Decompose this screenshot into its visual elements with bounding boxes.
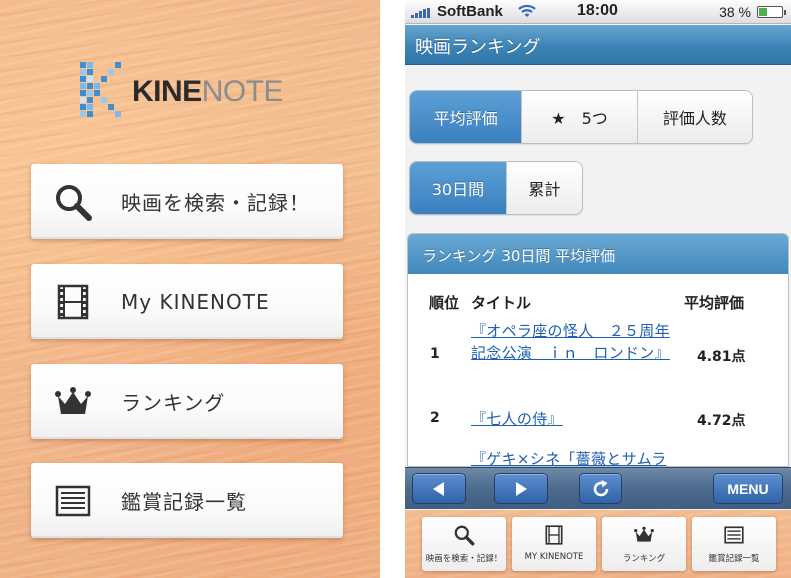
column-score: 平均評価 xyxy=(684,294,745,312)
period-segmented-control: 30日間 累計 xyxy=(409,161,583,215)
back-arrow-icon xyxy=(433,481,444,496)
list-icon xyxy=(51,479,95,523)
movie-title-link[interactable]: 『ゲキ×シネ「薔薇とサムライ」』 xyxy=(471,448,676,466)
average-score: 4.81点 xyxy=(697,349,746,365)
table-row: 1 『オペラ座の怪人 ２５周年記念公演 ｉｎ ロンドン』 4.81点 xyxy=(408,320,788,390)
battery-fill xyxy=(759,8,767,16)
segment-rating-count[interactable]: 評価人数 xyxy=(636,91,752,143)
tab-watch-log-label: 鑑賞記録一覧 xyxy=(708,554,760,564)
table-row: 2 『七人の侍』 4.72点 xyxy=(408,408,788,432)
signal-strength-icon xyxy=(411,8,430,18)
search-icon xyxy=(453,522,475,548)
logo-wordmark: KINENOTE xyxy=(132,75,284,109)
film-icon xyxy=(51,280,95,324)
reload-icon xyxy=(593,479,608,496)
menu-search-button[interactable]: 映画を検索・記録！ xyxy=(31,164,343,239)
tab-ranking-label: ランキング xyxy=(622,554,666,564)
page-title: 映画ランキング xyxy=(415,37,541,58)
back-button[interactable] xyxy=(412,473,466,504)
tab-my-kinenote[interactable]: MY KINENOTE xyxy=(512,517,596,571)
column-title: タイトル xyxy=(471,294,532,312)
navigation-bar: 映画ランキング xyxy=(405,25,791,65)
tab-my-kinenote-label: MY KINENOTE xyxy=(524,552,584,562)
menu-watch-log-label: 鑑賞記録一覧 xyxy=(121,490,247,514)
ranking-panel: ランキング 30日間 平均評価 順位 タイトル 平均評価 1 『オペラ座の怪人 … xyxy=(407,233,789,467)
rank-number: 2 xyxy=(430,410,440,426)
browser-toolbar: MENU xyxy=(405,467,791,509)
rank-number: 1 xyxy=(430,346,440,362)
kinenote-logo: KINENOTE xyxy=(80,62,310,120)
battery-icon xyxy=(757,6,786,18)
list-icon xyxy=(723,522,745,548)
menu-watch-log-button[interactable]: 鑑賞記録一覧 xyxy=(31,463,343,538)
tab-ranking[interactable]: ランキング xyxy=(602,517,686,571)
segment-average-rating[interactable]: 平均評価 xyxy=(410,91,522,143)
forward-arrow-icon xyxy=(516,481,527,496)
crown-icon xyxy=(633,522,655,548)
film-icon xyxy=(543,522,565,548)
movie-title-link[interactable]: 『七人の侍』 xyxy=(471,408,676,430)
average-score: 4.72点 xyxy=(697,413,746,429)
ranking-header: ランキング 30日間 平均評価 xyxy=(408,234,788,274)
carrier-label: SoftBank xyxy=(437,3,503,20)
clock: 18:00 xyxy=(577,2,618,19)
menu-ranking-button[interactable]: ランキング xyxy=(31,364,343,439)
tab-search-label: 映画を検索・記録！ xyxy=(425,554,503,564)
wifi-icon xyxy=(518,4,536,17)
menu-search-label: 映画を検索・記録！ xyxy=(121,191,310,215)
logo-text-light: NOTE xyxy=(201,75,284,108)
bottom-tab-bar: 映画を検索・記録！ MY KINENOTE ランキング 鑑賞記録一覧 xyxy=(405,510,791,578)
left-home-screen: KINENOTE 映画を検索・記録！ My KINENOTE ランキング 鑑賞記… xyxy=(0,0,380,578)
segment-five-stars[interactable]: ★ 5つ xyxy=(521,91,637,143)
menu-button[interactable]: MENU xyxy=(713,473,783,504)
movie-title-link[interactable]: 『オペラ座の怪人 ２５周年記念公演 ｉｎ ロンドン』 xyxy=(471,320,676,364)
sort-segmented-control: 平均評価 ★ 5つ 評価人数 xyxy=(409,90,753,144)
search-icon xyxy=(51,180,95,224)
segment-total[interactable]: 累計 xyxy=(505,162,582,214)
ranking-column-headers: 順位 タイトル 平均評価 xyxy=(408,292,788,314)
reload-button[interactable] xyxy=(579,473,622,504)
menu-button-label: MENU xyxy=(727,480,769,497)
menu-my-kinenote-button[interactable]: My KINENOTE xyxy=(31,264,343,339)
crown-icon xyxy=(51,380,95,424)
forward-button[interactable] xyxy=(494,473,548,504)
menu-ranking-label: ランキング xyxy=(121,391,226,415)
table-row: 『ゲキ×シネ「薔薇とサムライ」』 xyxy=(408,448,788,466)
battery-percent: 38 % xyxy=(719,4,751,20)
logo-text-bold: KINE xyxy=(132,75,202,108)
kinenote-logo-mark-icon xyxy=(80,62,121,117)
status-bar: SoftBank 18:00 38 % xyxy=(405,0,791,24)
column-rank: 順位 xyxy=(429,294,460,312)
tab-search[interactable]: 映画を検索・記録！ xyxy=(422,517,506,571)
segment-30-days[interactable]: 30日間 xyxy=(410,162,506,214)
tab-watch-log[interactable]: 鑑賞記録一覧 xyxy=(692,517,776,571)
menu-my-kinenote-label: My KINENOTE xyxy=(121,289,270,314)
right-ranking-screen: SoftBank 18:00 38 % 映画ランキング 平均評価 ★ 5つ 評価… xyxy=(405,0,791,578)
